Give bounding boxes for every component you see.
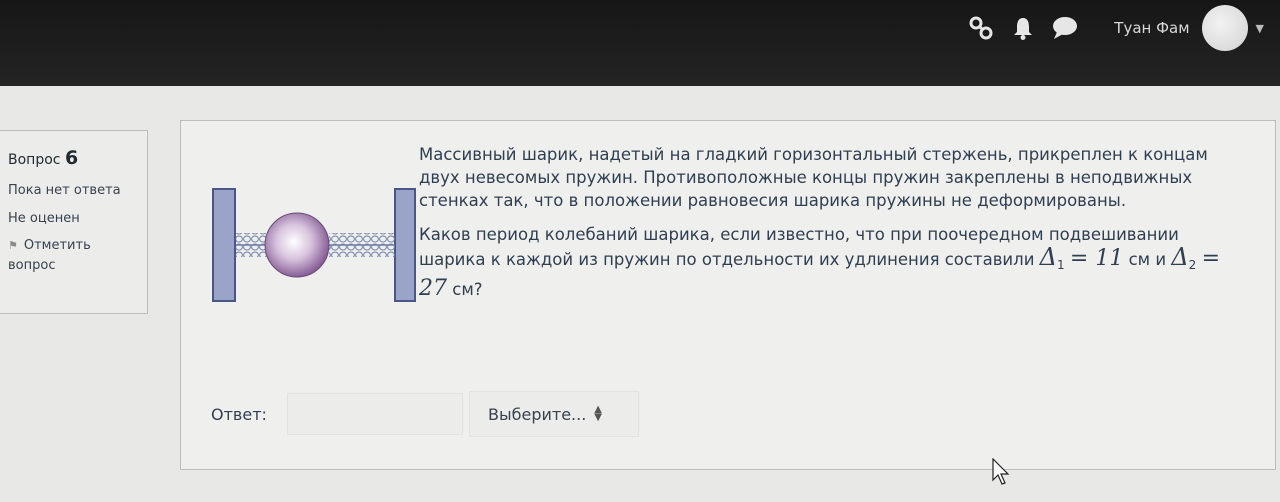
question-paragraph-1: Массивный шарик, надетый на гладкий гори… (419, 145, 1208, 210)
chevron-down-icon[interactable]: ▼ (1256, 22, 1264, 35)
unit1: см и (1128, 250, 1167, 269)
left-wall (212, 188, 236, 302)
delta1-subscript: 1 (1057, 258, 1065, 272)
question-grade: Не оценен (8, 211, 80, 226)
question-paragraph-2: Каков период колебаний шарика, если изве… (419, 223, 1239, 301)
question-info-box: Вопрос 6 Пока нет ответа Не оценен ⚑ Отме… (0, 130, 148, 314)
avatar[interactable] (1201, 5, 1248, 51)
answer-label: Ответ: (211, 404, 267, 424)
question-content: Массивный шарик, надетый на гладкий гори… (180, 120, 1276, 470)
answer-input[interactable] (287, 393, 463, 435)
flag-icon[interactable]: ⚑ (8, 239, 18, 252)
right-wall (394, 188, 416, 302)
question-number-value: 6 (64, 147, 79, 169)
chat-icon[interactable] (1050, 13, 1080, 43)
flag-question-link[interactable]: ⚑ Отметить вопрос (8, 236, 139, 276)
flag-question-label[interactable]: Отметить вопрос (8, 238, 91, 273)
delta1-value: = 11 (1069, 246, 1124, 271)
navbar-icons: Туан Фам ▼ (966, 5, 1264, 51)
select-arrows-icon[interactable]: ▲ ▼ (594, 405, 602, 423)
bell-icon[interactable] (1008, 13, 1038, 43)
spring-ball-figure (212, 188, 416, 302)
top-navbar: Туан Фам ▼ (0, 0, 1280, 86)
ball (264, 212, 330, 278)
delta1-symbol: Δ (1039, 243, 1058, 271)
unit-select[interactable]: Выберите... ▲ ▼ (469, 391, 639, 437)
mouse-cursor-icon (992, 458, 1010, 485)
question-state: Пока нет ответа (8, 183, 121, 198)
unit2: см? (452, 280, 483, 299)
answer-row: Ответ: Выберите... ▲ ▼ (211, 391, 639, 437)
question-number: Вопрос 6 (8, 147, 139, 169)
user-name[interactable]: Туан Фам (1114, 19, 1189, 37)
delta2-subscript: 2 (1188, 258, 1197, 272)
connections-icon[interactable] (966, 13, 996, 43)
delta2-symbol: Δ (1171, 243, 1189, 271)
question-paragraph-2-text: Каков период колебаний шарика, если изве… (419, 225, 1179, 269)
question-text: Массивный шарик, надетый на гладкий гори… (419, 143, 1239, 312)
unit-select-value[interactable]: Выберите... (488, 405, 586, 424)
question-label: Вопрос (8, 152, 61, 168)
